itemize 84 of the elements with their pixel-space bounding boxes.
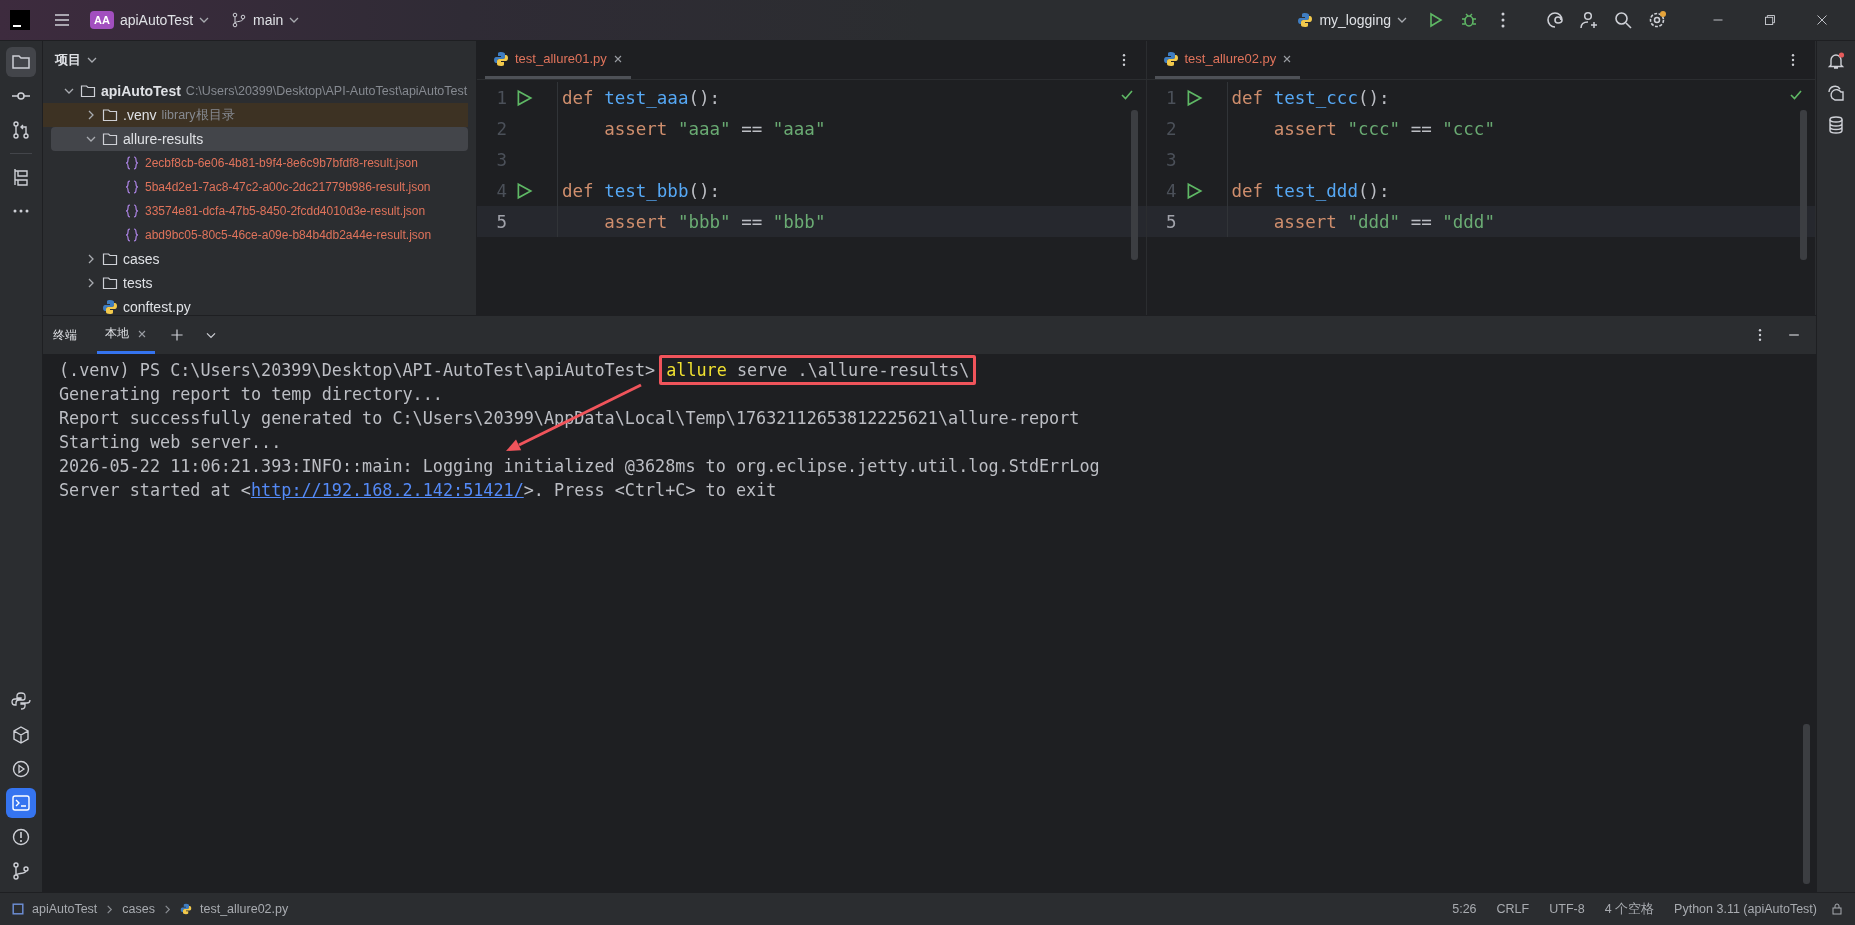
breadcrumb-item[interactable]: apiAutoTest [32,902,98,916]
status-item[interactable]: 4 个空格 [1598,900,1661,918]
terminal-text: >. Press <Ctrl+C> to exit [523,480,777,500]
notification-bell-icon[interactable] [1826,51,1846,71]
tree-item[interactable]: allure-results [51,127,468,151]
python-file-icon [180,903,192,915]
run-config-selector[interactable]: my_logging [1289,8,1415,32]
python-file-icon [102,299,118,315]
chevron-right-icon [163,904,172,914]
tree-item[interactable]: conftest.py [51,295,468,315]
terminal-text: serve .\allure-results\ [735,360,970,380]
folder-icon [102,275,118,291]
chevron-down-icon [199,15,210,25]
chat-icon[interactable] [1826,83,1846,103]
code-line: assert "aaa" == "aaa" [603,118,826,139]
scrollbar[interactable] [1130,110,1138,260]
chevron-right-icon [105,904,115,914]
breadcrumb-item[interactable]: cases [122,902,155,916]
status-item[interactable]: UTF-8 [1543,902,1591,916]
chevron-down-icon [1397,15,1407,25]
editor-tab[interactable]: test_allure01.py [485,41,631,79]
status-item[interactable]: CRLF [1490,902,1536,916]
tree-item[interactable]: .venv library根目录 [43,103,468,127]
check-icon [1119,88,1134,102]
chevron-down-icon [289,15,300,25]
close-icon[interactable] [1282,53,1293,64]
terminal-text: Generating report to temp directory... [59,384,443,404]
braces-icon [124,155,140,171]
tree-item[interactable]: 33574e81-dcfa-47b5-8450-2fcdd4010d3e-result.json [51,199,468,223]
folder-icon [80,83,96,99]
app-logo-icon [10,10,30,30]
status-item[interactable]: Python 3.11 (apiAutoTest) [1668,902,1823,916]
tree-item[interactable]: apiAutoTest C:\Users\20399\Desktop\API-AutoTest\apiAutoTest [51,79,468,103]
tree-item[interactable]: cases [51,247,468,271]
module-icon [12,903,24,915]
code-line: def test_ddd(): [1231,180,1390,201]
braces-icon [124,227,140,243]
branch-switcher[interactable]: main [223,8,308,32]
run-icon[interactable] [515,181,533,200]
code-line: def test_bbb(): [562,180,721,201]
terminal-tab[interactable]: 本地 [97,316,155,354]
close-icon[interactable] [612,53,623,64]
panel-title[interactable]: 项目 [55,51,81,69]
tree-item[interactable]: 2ecbf8cb-6e06-4b81-b9f4-8e6c9b7bfdf8-result.json [51,151,468,175]
braces-icon [124,203,140,219]
python-file-icon [493,50,509,67]
close-icon[interactable] [137,328,147,339]
run-icon[interactable] [515,88,533,107]
terminal-text: Server started at < [59,480,251,500]
database-icon[interactable] [1826,115,1846,135]
tree-item[interactable]: 5ba4d2e1-7ac8-47c2-a00c-2dc21779b986-result.json [51,175,468,199]
terminal-text: Starting web server... [59,432,282,452]
code-line: assert "ccc" == "ccc" [1272,118,1495,139]
scrollbar[interactable] [1803,724,1810,884]
folder-tool-icon[interactable] [6,47,36,77]
line-number: 5 [1164,211,1178,232]
code-line: def test_ccc(): [1231,87,1390,108]
code-line: assert "bbb" == "bbb" [603,211,826,232]
check-icon [1789,88,1803,102]
branch-icon [231,12,248,28]
command-text: allure [666,360,727,380]
scrollbar[interactable] [1800,110,1807,260]
python-icon [1297,12,1314,28]
tree-item[interactable]: abd9bc05-80c5-46ce-a09e-b84b4db2a44e-result.json [51,223,468,247]
terminal-text: 2026-05-22 11:06:21.393:INFO::main: Logging initialized @3628ms to org.eclipse.jetty.util.log.StdErrLog [59,456,1100,476]
editor-tab[interactable]: test_allure02.py [1154,41,1301,79]
line-number: 5 [495,211,508,232]
status-item[interactable]: 5:26 [1446,902,1483,916]
lock-icon[interactable] [1831,903,1843,915]
code-line: def test_aaa(): [562,87,721,108]
python-file-icon [1162,50,1179,67]
chevron-down-icon[interactable] [87,55,97,65]
panel-title: 终端 [53,326,77,344]
code-line: assert "ddd" == "ddd" [1272,211,1495,232]
terminal-tool-icon[interactable] [6,788,36,818]
braces-icon [124,179,140,195]
terminal-text: (.venv) PS C:\Users\20399\Desktop\API-AutoTest\apiAutoTest> [59,360,657,380]
tree-item[interactable]: tests [51,271,468,295]
folder-icon [102,251,118,267]
breadcrumb-item[interactable]: test_allure02.py [200,902,289,916]
folder-icon [102,131,118,147]
project-switcher[interactable]: AA apiAutoTest [82,7,218,33]
url-link[interactable]: http://192.168.2.142:51421/ [250,480,524,500]
folder-icon [102,107,118,123]
